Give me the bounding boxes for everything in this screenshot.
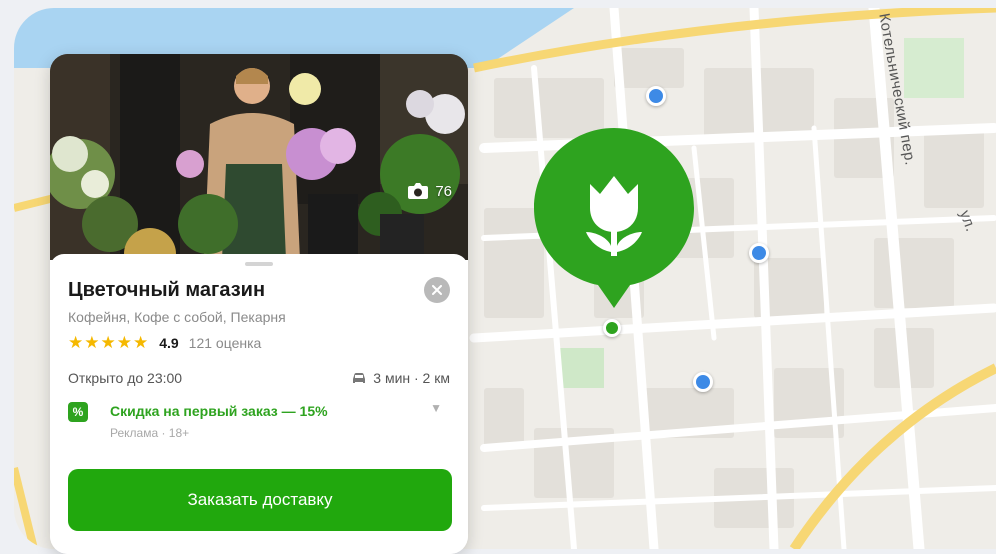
rating-value: 4.9 [159, 335, 179, 351]
photo-count[interactable]: 76 [407, 182, 452, 200]
pin-location-dot [603, 319, 621, 337]
sheet-grabber[interactable] [245, 262, 273, 266]
close-button[interactable] [424, 277, 450, 303]
order-delivery-button[interactable]: Заказать доставку [68, 469, 452, 531]
camera-icon [408, 183, 429, 199]
car-icon [353, 373, 366, 383]
place-categories: Кофейня, Кофе с собой, Пекарня [68, 309, 286, 325]
close-icon [432, 285, 442, 295]
route-time-distance: 3 мин · 2 км [373, 370, 450, 386]
rating-stars: ★★★★★ [68, 333, 150, 352]
chevron-down-icon[interactable]: ▼ [430, 401, 442, 415]
poi-marker[interactable] [749, 243, 769, 263]
park-area [904, 38, 964, 98]
photo-count-value: 76 [435, 182, 452, 200]
place-details-sheet: Цветочный магазин Кофейня, Кофе с собой,… [50, 254, 468, 554]
reviews-count: 121 оценка [188, 335, 262, 351]
place-title: Цветочный магазин [68, 279, 266, 301]
rating-row[interactable]: ★★★★★ 4.9 121 оценка [68, 333, 261, 353]
place-pin[interactable] [534, 128, 694, 340]
ad-label: Реклама · 18+ [110, 426, 190, 440]
discount-icon: % [68, 402, 88, 422]
place-photo[interactable] [50, 54, 468, 260]
opening-hours: Открыто до 23:00 [68, 370, 183, 386]
poi-marker[interactable] [693, 372, 713, 392]
place-card: 76 Цветочный магазин Кофейня, Кофе с соб… [50, 54, 468, 554]
route-info[interactable]: 3 мин · 2 км [351, 370, 450, 386]
park-area [559, 348, 604, 388]
poi-marker[interactable] [646, 86, 666, 106]
promo-text[interactable]: Скидка на первый заказ — 15% [110, 403, 328, 419]
